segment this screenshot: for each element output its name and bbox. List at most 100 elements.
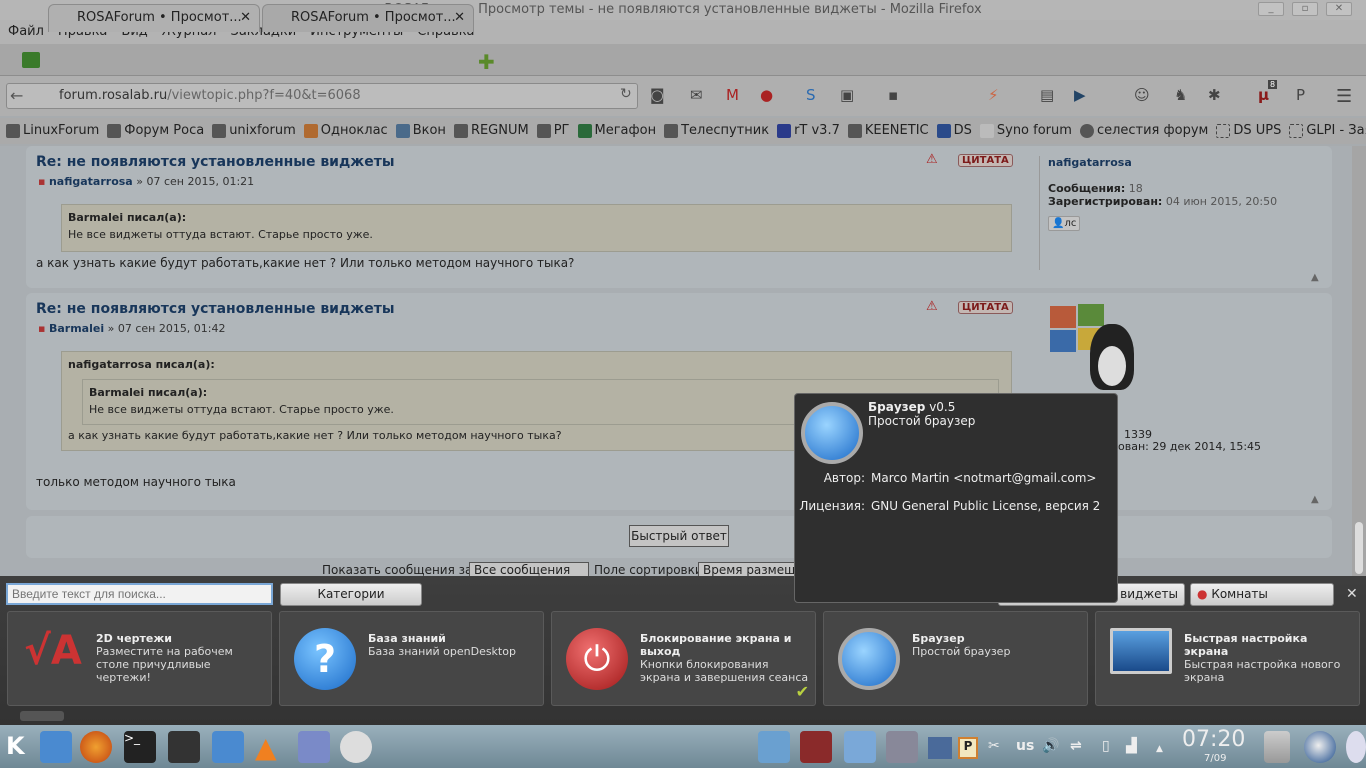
quick-reply-button[interactable]: Быстрый ответ — [629, 525, 729, 547]
ksysguard-icon[interactable] — [212, 731, 244, 763]
file-manager-icon[interactable] — [40, 731, 72, 763]
clock-time[interactable]: 07:20 — [1182, 727, 1245, 752]
package-manager-icon[interactable] — [800, 731, 832, 763]
bookmark[interactable]: Вкон — [395, 118, 446, 144]
system-monitor-icon[interactable] — [168, 731, 200, 763]
windows-icon[interactable] — [844, 731, 876, 763]
volume-icon[interactable]: 🔊 — [1042, 738, 1059, 754]
close-icon[interactable]: ✕ — [1346, 586, 1358, 602]
maximize-button[interactable]: ▫ — [1292, 2, 1318, 16]
bookmark[interactable]: Syno forum — [979, 118, 1072, 144]
mail-icon[interactable]: ✉ — [690, 86, 703, 104]
report-icon[interactable]: ⚠ — [926, 299, 938, 314]
widget-card-browser[interactable]: Браузер Простой браузер — [823, 611, 1088, 706]
pinned-tab-icon[interactable] — [22, 52, 40, 68]
hd-icon[interactable]: ▣ — [840, 86, 854, 104]
menu-file[interactable]: Файл — [8, 20, 44, 44]
bookmark[interactable]: Форум Роса — [107, 118, 204, 144]
scissors-icon[interactable]: ✂ — [988, 738, 1000, 754]
flash-icon[interactable]: ⚡ — [988, 86, 999, 104]
network-tool-icon[interactable] — [298, 731, 330, 763]
puzzle-icon[interactable] — [928, 737, 952, 759]
usb-icon[interactable]: ⇌ — [1070, 738, 1082, 754]
widget-search-input[interactable] — [6, 583, 273, 605]
close-tab-icon[interactable]: ✕ — [454, 5, 465, 31]
reload-icon[interactable]: ↻ — [620, 86, 632, 102]
post-title[interactable]: Re: не появляются установленные виджеты — [36, 154, 395, 170]
ublock-badge: 8 — [1268, 80, 1278, 89]
bookmark[interactable]: KEENETIC — [847, 118, 929, 144]
quote-button[interactable]: ЦИТАТА — [958, 154, 1013, 167]
power-icon: ⏻ — [566, 628, 628, 690]
categories-button[interactable]: Категории — [280, 583, 422, 606]
tab-1[interactable]: ROSAForum • Просмот... ✕ — [48, 4, 260, 32]
monitor-icon — [1110, 628, 1172, 674]
plasma-icon[interactable] — [1304, 731, 1336, 763]
trash-icon[interactable] — [1264, 731, 1290, 763]
back-to-top-icon[interactable]: ▲ — [1311, 494, 1319, 505]
bookmark[interactable]: GLPI - Заявки — [1289, 118, 1366, 144]
tools-icon[interactable]: ✱ — [1208, 86, 1221, 104]
url-bar[interactable]: forum.rosalab.ru/viewtopic.php?f=40&t=60… — [6, 83, 638, 109]
pocket-icon[interactable]: ◙ — [650, 86, 665, 104]
reader-icon[interactable]: ▤ — [1040, 86, 1054, 104]
scrollbar-thumb[interactable] — [1355, 522, 1363, 574]
launcher-scrollbar[interactable] — [20, 711, 64, 721]
bookmark[interactable]: РГ — [536, 118, 570, 144]
pm-button[interactable]: 👤лс — [1048, 216, 1081, 231]
widget-card-knowledge-base[interactable]: ? База знаний База знаний openDesktop — [279, 611, 544, 706]
firefox-icon[interactable] — [80, 731, 112, 763]
bookmark[interactable]: селестия форум — [1079, 118, 1208, 144]
bookmark[interactable]: DS UPS — [1216, 118, 1281, 144]
skype-icon[interactable]: S — [806, 86, 816, 104]
post-title[interactable]: Re: не появляются установленные виджеты — [36, 301, 395, 317]
bookmark-icon — [664, 124, 679, 138]
kde-menu-icon[interactable]: K — [6, 732, 25, 760]
addon-icon[interactable]: ● — [760, 86, 773, 104]
bookmark[interactable]: LinuxForum — [6, 118, 99, 144]
bookmark-icon — [395, 124, 410, 138]
widget-card-screen-setup[interactable]: Быстрая настройка экрана Быстрая настройк… — [1095, 611, 1360, 706]
signal-icon[interactable]: ▟ — [1126, 738, 1137, 754]
ghost-icon[interactable]: ♞ — [1174, 86, 1187, 104]
terminal-icon[interactable]: >_ — [124, 731, 156, 763]
menu-icon[interactable]: ☰ — [1336, 86, 1352, 107]
keyboard-layout[interactable]: us — [1016, 738, 1034, 754]
back-to-top-icon[interactable]: ▲ — [1311, 272, 1319, 283]
new-tab-icon[interactable]: ✚ — [478, 50, 495, 74]
widget-card-2d-drawings[interactable]: √A 2D чертежи Разместите на рабочем столе … — [7, 611, 272, 706]
chat-icon[interactable]: ☺ — [1134, 86, 1150, 104]
browser-globe-icon — [801, 402, 863, 464]
p-icon[interactable]: P — [1296, 86, 1305, 104]
bookmark[interactable]: Телеспутник — [664, 118, 769, 144]
disc-icon[interactable] — [340, 731, 372, 763]
back-icon[interactable]: ← — [10, 86, 23, 105]
play-icon[interactable]: ▶ — [1074, 86, 1086, 104]
close-window-button[interactable]: ✕ — [1326, 2, 1352, 16]
widget-card-lock-logout[interactable]: ⏻ Блокирование экрана и выход Кнопки блоки… — [551, 611, 816, 706]
minimize-button[interactable]: _ — [1258, 2, 1284, 16]
close-tab-icon[interactable]: ✕ — [240, 5, 251, 31]
quote-button[interactable]: ЦИТАТА — [958, 301, 1013, 314]
tray-expand-icon[interactable]: ▲ — [1156, 744, 1163, 754]
save-icon[interactable]: ▪ — [888, 86, 898, 104]
battery-icon[interactable]: ▯ — [1102, 738, 1110, 754]
bookmark[interactable]: rT v3.7 — [777, 118, 840, 144]
downloads-folder-icon[interactable] — [758, 731, 790, 763]
bookmark[interactable]: Одноклас — [303, 118, 388, 144]
gmail-icon[interactable]: M — [726, 86, 739, 104]
bookmark[interactable]: Мегафон — [577, 118, 656, 144]
report-icon[interactable]: ⚠ — [926, 152, 938, 167]
desktop-toolbox-icon[interactable] — [1346, 731, 1366, 763]
activity-tab-rooms[interactable]: ● Комнаты — [1190, 583, 1334, 606]
parking-icon[interactable]: P — [958, 737, 978, 759]
scrollbar[interactable] — [1352, 146, 1366, 576]
rooms-icon: ● — [1197, 587, 1208, 601]
bookmark[interactable]: REGNUM — [453, 118, 529, 144]
tab-2[interactable]: ROSAForum • Просмот... ✕ — [262, 4, 474, 32]
vlc-icon[interactable]: ▲ — [255, 731, 287, 764]
bookmark[interactable]: DS — [936, 118, 972, 144]
clock-date[interactable]: 7/09 — [1204, 753, 1226, 764]
bookmark[interactable]: unixforum — [212, 118, 296, 144]
settings-icon[interactable] — [886, 731, 918, 763]
